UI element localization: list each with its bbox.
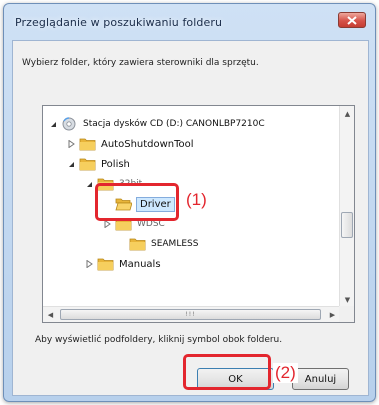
vertical-scroll-thumb[interactable] xyxy=(341,212,353,238)
folder-icon xyxy=(129,238,146,251)
horizontal-scrollbar[interactable]: ◀ !!! ▶ xyxy=(43,306,340,322)
tree-node-label: Polish xyxy=(101,158,130,170)
expanded-arrow-icon[interactable] xyxy=(83,178,95,190)
tree-node-label: Stacja dysków CD (D:) CANONLBP7210C xyxy=(83,119,265,129)
tree-node-seamless[interactable]: SEAMLESS xyxy=(115,234,198,254)
tree-node-label: SEAMLESS xyxy=(151,239,199,249)
collapsed-arrow-icon[interactable] xyxy=(65,138,77,150)
callout-highlight-ok xyxy=(183,354,271,390)
expanded-arrow-icon[interactable] xyxy=(65,158,77,170)
scroll-up-icon[interactable]: ▲ xyxy=(340,106,355,121)
horizontal-scroll-thumb[interactable]: !!! xyxy=(60,309,321,320)
scrollbar-corner xyxy=(339,306,354,322)
callout-label-2: (2) xyxy=(273,363,298,383)
scroll-left-icon[interactable]: ◀ xyxy=(43,307,58,322)
cd-drive-icon xyxy=(62,117,76,131)
tree-node-autoshutdowntool[interactable]: AutoShutdownTool xyxy=(65,134,194,154)
folder-tree[interactable]: Stacja dysków CD (D:) CANONLBP7210C Auto… xyxy=(42,105,355,323)
tree-node-label: AutoShutdownTool xyxy=(101,138,194,150)
dialog-body: Wybierz folder, który zawiera sterowniki… xyxy=(12,40,369,396)
collapsed-arrow-icon[interactable] xyxy=(83,258,95,270)
callout-highlight-driver xyxy=(95,183,179,221)
tree-node-manuals[interactable]: Manuals xyxy=(83,254,161,274)
tree-node-polish[interactable]: Polish xyxy=(65,154,130,174)
cancel-button[interactable]: Anuluj xyxy=(292,368,349,390)
scroll-right-icon[interactable]: ▶ xyxy=(325,307,340,322)
instruction-text: Wybierz folder, który zawiera sterowniki… xyxy=(22,58,259,68)
expanded-arrow-icon[interactable] xyxy=(47,118,59,130)
tree-node-cd-drive[interactable]: Stacja dysków CD (D:) CANONLBP7210C xyxy=(47,114,265,134)
scroll-grip: !!! xyxy=(185,311,196,318)
close-icon xyxy=(347,15,357,25)
folder-icon xyxy=(79,138,96,151)
scroll-down-icon[interactable]: ▼ xyxy=(340,292,355,307)
folder-icon xyxy=(97,258,114,271)
close-button[interactable] xyxy=(338,12,366,28)
folder-icon xyxy=(79,158,96,171)
vertical-scrollbar[interactable]: ▲ ▼ xyxy=(339,106,354,307)
hint-text: Aby wyświetlić podfoldery, kliknij symbo… xyxy=(35,335,283,345)
window-title: Przeglądanie w poszukiwaniu folderu xyxy=(15,15,223,29)
title-bar[interactable]: Przeglądanie w poszukiwaniu folderu xyxy=(4,4,375,40)
callout-label-1: (1) xyxy=(184,190,209,210)
tree-node-label: Manuals xyxy=(119,258,161,270)
